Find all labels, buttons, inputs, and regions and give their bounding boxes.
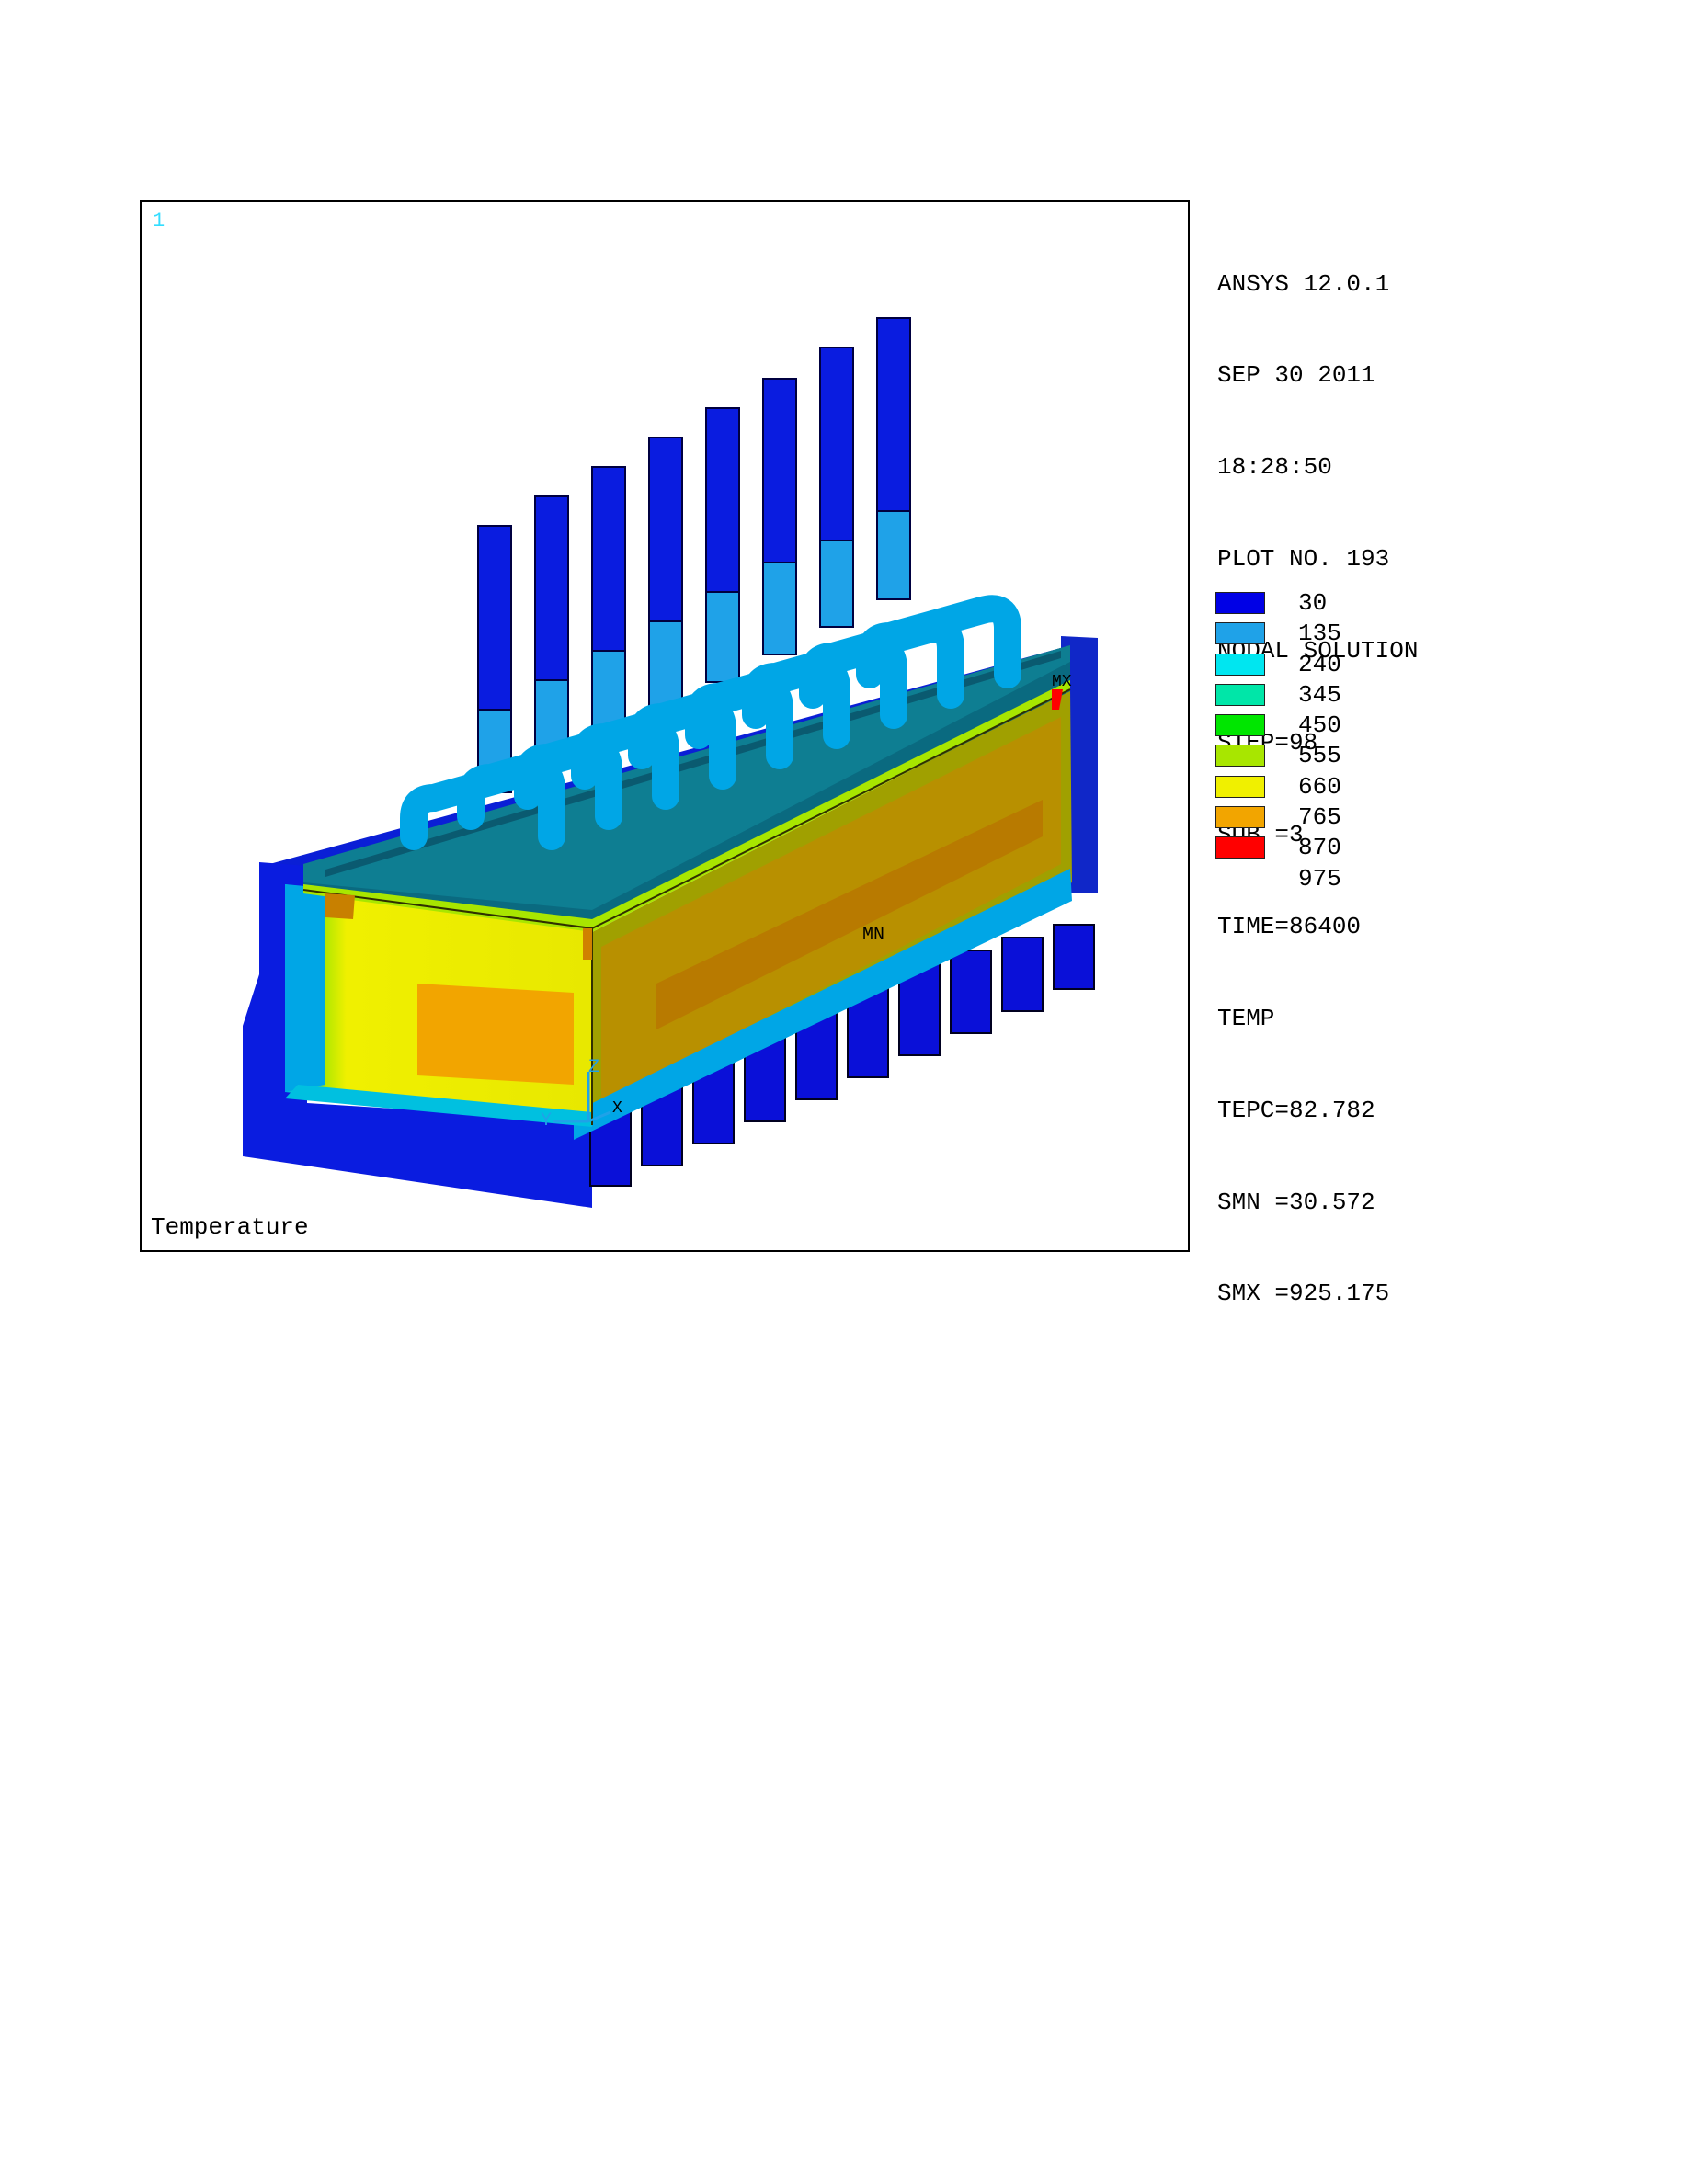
legend-label: 240 xyxy=(1298,650,1341,678)
hot-zone-front xyxy=(417,984,574,1085)
legend-label: 975 xyxy=(1298,864,1341,893)
plot-caption: Temperature xyxy=(151,1213,309,1241)
min-marker: MN xyxy=(862,925,885,946)
legend-label: 345 xyxy=(1298,680,1341,709)
max-marker: MX xyxy=(1052,673,1072,691)
legend-label: 765 xyxy=(1298,803,1341,832)
info-line: PLOT NO. 193 xyxy=(1217,545,1390,574)
legend-label: 660 xyxy=(1298,772,1341,801)
legend-swatch xyxy=(1215,806,1265,829)
legend-swatch xyxy=(1215,714,1265,737)
legend-swatch xyxy=(1215,745,1265,768)
legend-label: 135 xyxy=(1298,620,1341,648)
info-line: SEP 30 2011 xyxy=(1217,361,1375,390)
legend-label: 555 xyxy=(1298,742,1341,770)
axis-x-label: X xyxy=(612,1099,622,1118)
legend-swatch xyxy=(1215,836,1265,859)
legend-swatch xyxy=(1215,592,1265,614)
info-line: SMN =30.572 xyxy=(1217,1188,1375,1216)
window-number: 1 xyxy=(153,210,165,233)
info-line: TEMP xyxy=(1217,1004,1275,1032)
legend-swatch xyxy=(1215,775,1265,798)
info-line: TEPC=82.782 xyxy=(1217,1096,1375,1124)
axis-z-label: Z xyxy=(588,1057,600,1078)
legend-label: 870 xyxy=(1298,834,1341,862)
legend-swatch xyxy=(1215,683,1265,706)
legend-label: 450 xyxy=(1298,711,1341,740)
legend-label: 30 xyxy=(1298,589,1328,617)
info-line: 18:28:50 xyxy=(1217,453,1332,482)
info-line: SMX =925.175 xyxy=(1217,1280,1390,1308)
plot-window: 1 MN MX Z Y X Temperature xyxy=(140,200,1190,1252)
thermal-model-render xyxy=(243,317,1098,1208)
legend-swatch xyxy=(1215,653,1265,676)
info-line: ANSYS 12.0.1 xyxy=(1217,269,1390,298)
legend-swatch xyxy=(1215,622,1265,645)
info-line: TIME=86400 xyxy=(1217,912,1362,940)
axis-y-label: Y xyxy=(541,1110,553,1132)
